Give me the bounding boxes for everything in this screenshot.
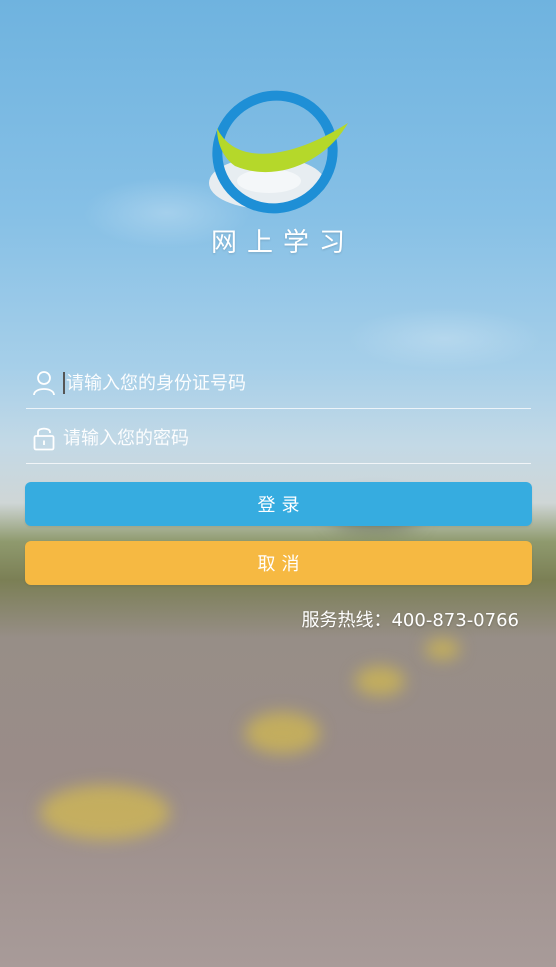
id-number-input[interactable] bbox=[66, 372, 531, 394]
password-input[interactable] bbox=[63, 427, 531, 449]
password-field[interactable] bbox=[26, 413, 531, 464]
background-road-mark bbox=[355, 666, 405, 696]
app-logo bbox=[209, 90, 348, 214]
id-number-field[interactable] bbox=[26, 358, 531, 409]
background-road-mark bbox=[40, 785, 170, 840]
text-cursor bbox=[63, 372, 65, 394]
app-title: 网上学习 bbox=[210, 228, 355, 258]
cancel-button[interactable]: 取消 bbox=[25, 541, 532, 585]
login-button[interactable]: 登录 bbox=[25, 482, 532, 526]
lock-icon bbox=[29, 423, 59, 453]
service-hotline: 服务热线：400-873-0766 bbox=[301, 610, 519, 631]
background-road-mark bbox=[425, 638, 460, 660]
user-icon bbox=[29, 368, 59, 398]
background-road-mark bbox=[245, 712, 320, 754]
